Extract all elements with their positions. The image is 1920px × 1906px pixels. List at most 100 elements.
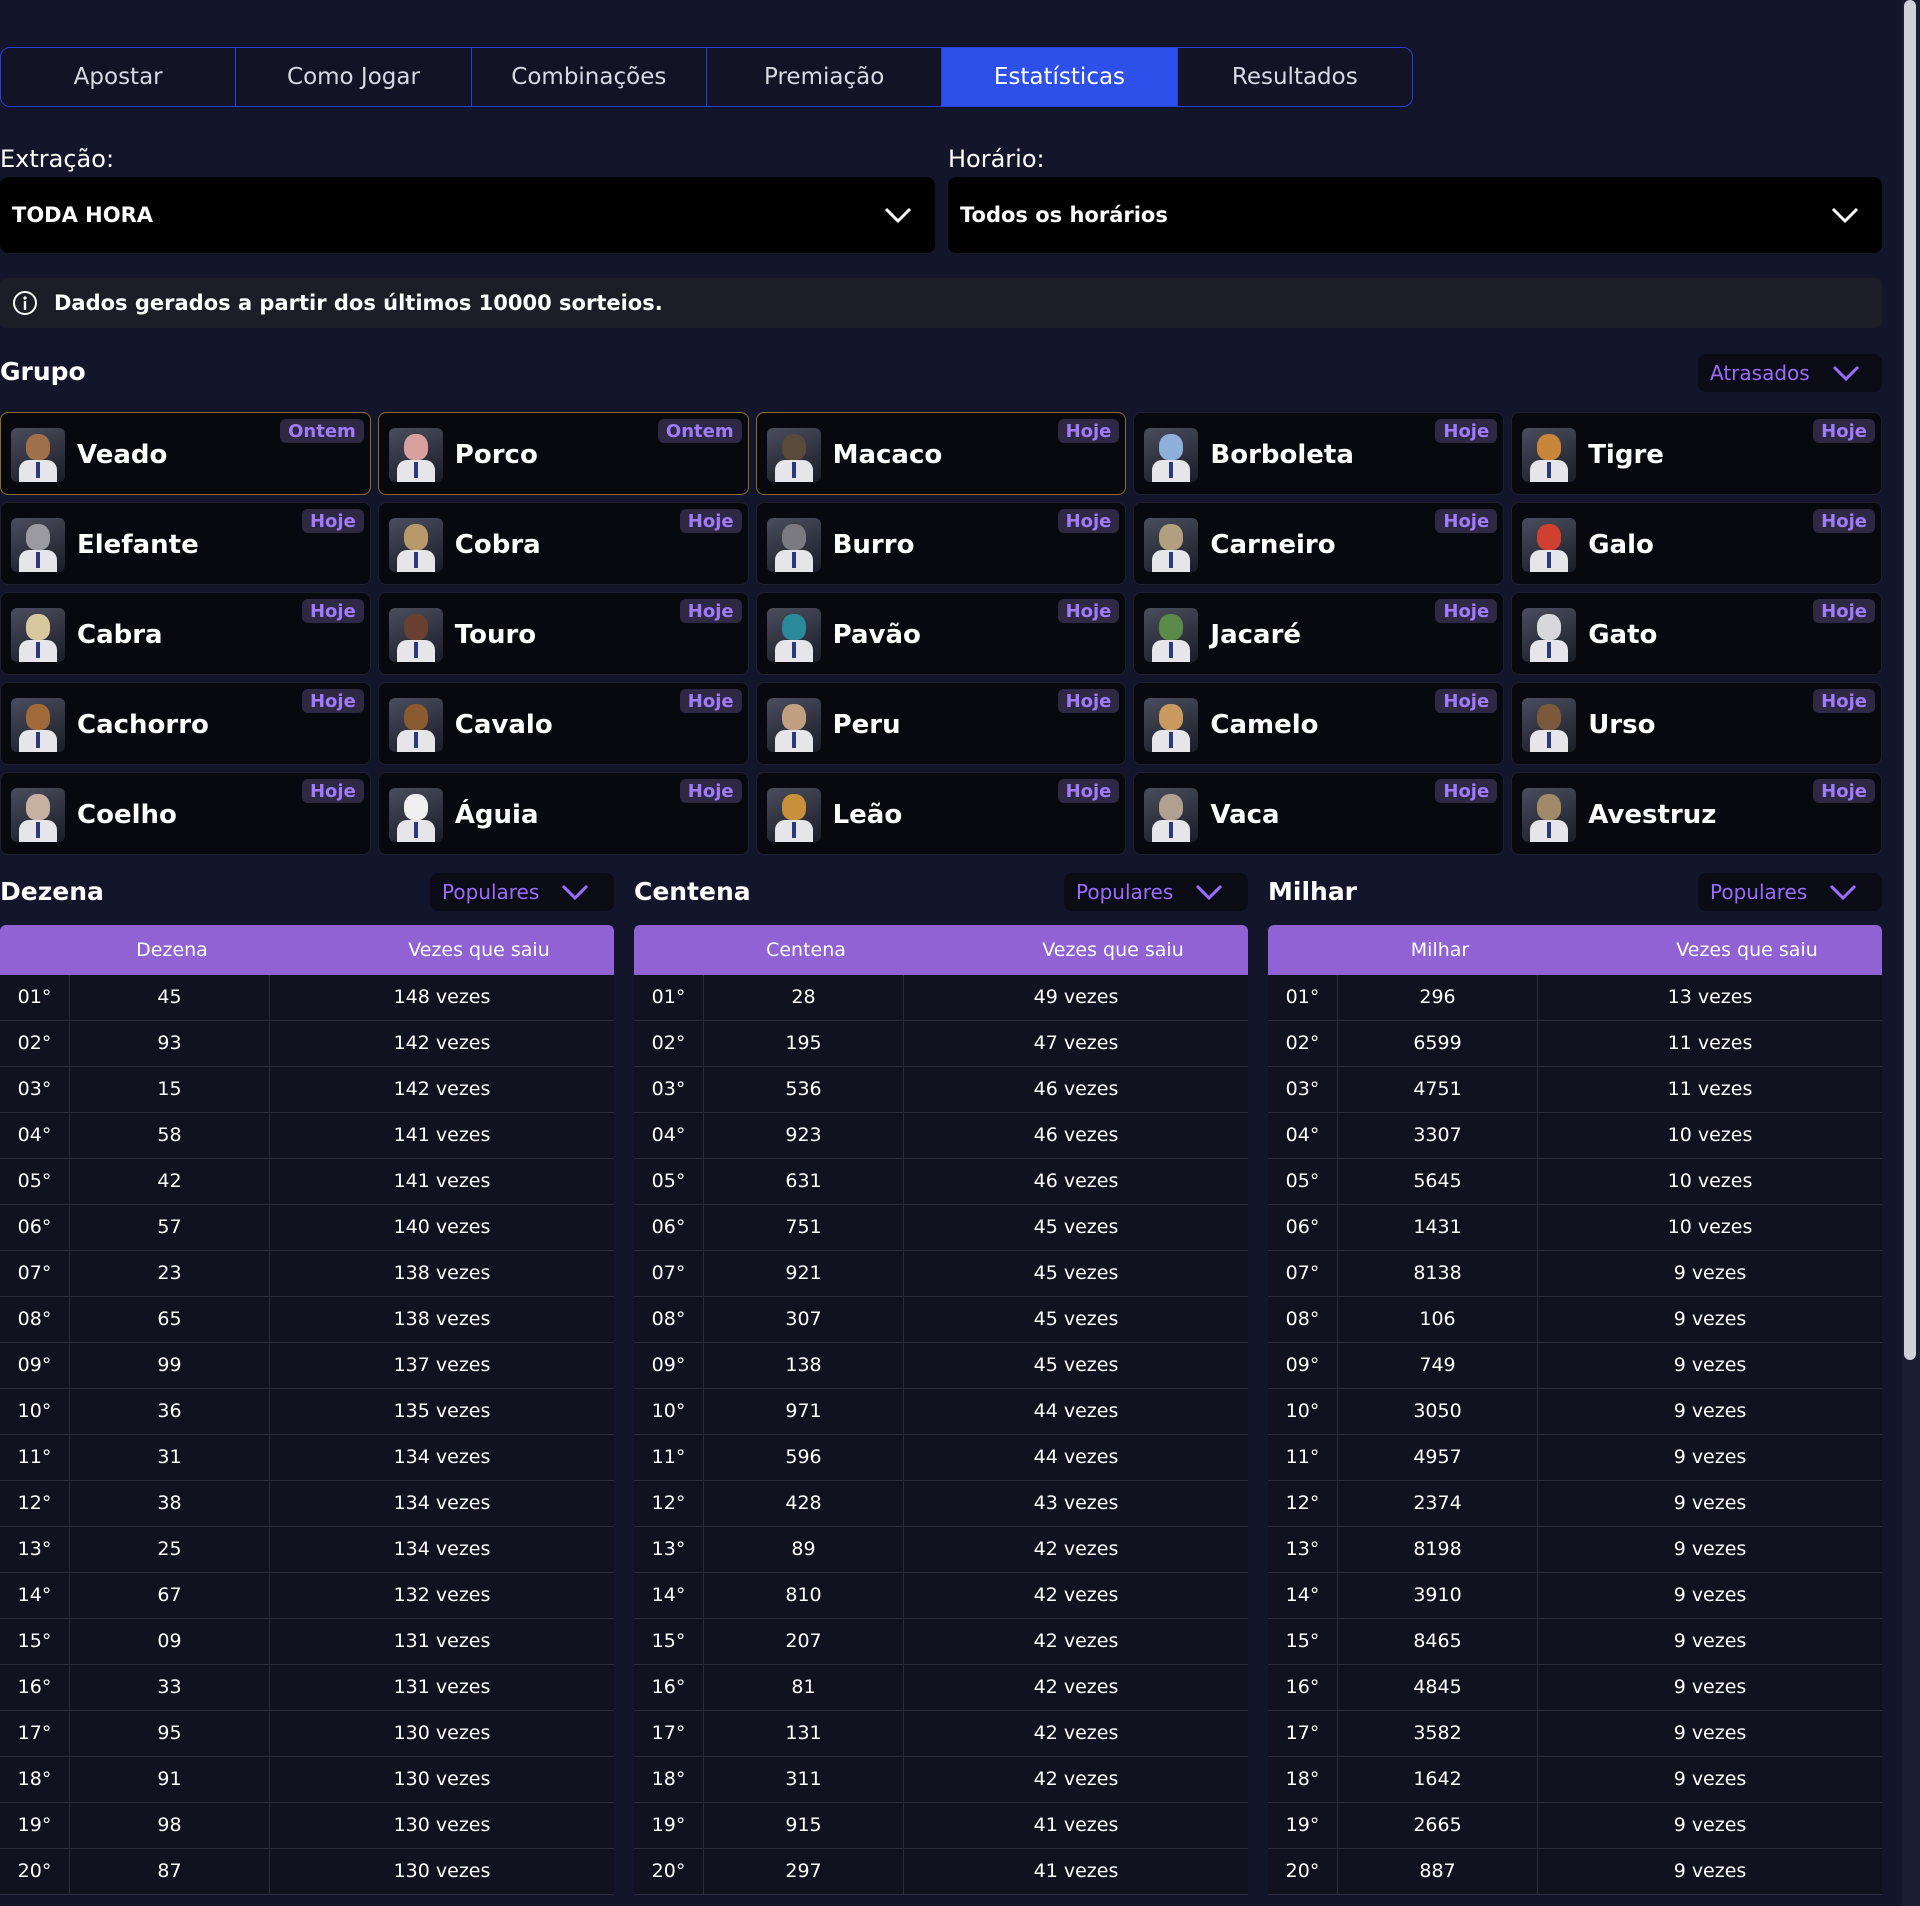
- animal-card[interactable]: Macaco Hoje: [755, 412, 1127, 495]
- animal-avatar: [388, 788, 443, 842]
- times-cell: 11 vezes: [1667, 1078, 1753, 1100]
- table-row: 02° 6599 11 vezes: [1268, 1021, 1882, 1067]
- times-cell: 142 vezes: [393, 1078, 491, 1100]
- times-cell: 130 vezes: [393, 1860, 491, 1882]
- rank-cell: 03°: [0, 1067, 70, 1112]
- extracao-select[interactable]: TODA HORA: [0, 177, 935, 253]
- scrollbar[interactable]: [1902, 0, 1920, 1906]
- rank-cell: 12°: [0, 1481, 70, 1526]
- last-draw-badge: Hoje: [301, 599, 364, 623]
- rank-cell: 20°: [1268, 1849, 1338, 1894]
- last-draw-badge: Hoje: [679, 599, 742, 623]
- animal-card[interactable]: Borboleta Hoje: [1133, 412, 1505, 495]
- column-header: Vezes que saiu: [1042, 939, 1184, 961]
- times-cell: 42 vezes: [1033, 1630, 1119, 1652]
- horario-select[interactable]: Todos os horários: [948, 177, 1882, 253]
- animal-card[interactable]: Pavão Hoje: [755, 592, 1127, 675]
- animal-card[interactable]: Jacaré Hoje: [1133, 592, 1505, 675]
- milhar-sort-dropdown[interactable]: Populares: [1698, 873, 1882, 911]
- column-header: Milhar: [1410, 939, 1470, 961]
- animal-card[interactable]: Cachorro Hoje: [0, 682, 371, 765]
- tab-combinacoes[interactable]: Combinações: [471, 48, 707, 106]
- tab-premiacao[interactable]: Premiação: [706, 48, 943, 106]
- rank-cell: 06°: [0, 1205, 70, 1250]
- last-draw-badge: Hoje: [1057, 509, 1120, 533]
- tab-como-jogar[interactable]: Como Jogar: [236, 48, 472, 106]
- animal-avatar: [766, 788, 821, 842]
- animal-card[interactable]: Avestruz Hoje: [1511, 772, 1882, 855]
- milhar-table: Milhar Vezes que saiu 01° 296 13 vezes 02° 659…: [1268, 925, 1882, 1895]
- table-row: 01° 28 49 vezes: [634, 975, 1248, 1021]
- number-cell: 195: [704, 1021, 904, 1066]
- rank-cell: 03°: [1268, 1067, 1338, 1112]
- rank-cell: 09°: [1268, 1343, 1338, 1388]
- chevron-down-icon: [1830, 884, 1857, 901]
- animal-card[interactable]: Águia Hoje: [377, 772, 749, 855]
- animal-card[interactable]: Leão Hoje: [755, 772, 1127, 855]
- animal-card[interactable]: Peru Hoje: [755, 682, 1127, 765]
- animal-card[interactable]: Cabra Hoje: [0, 592, 371, 675]
- animal-avatar: [388, 608, 443, 662]
- extracao-value: TODA HORA: [12, 203, 154, 227]
- rank-cell: 13°: [634, 1527, 704, 1572]
- number-cell: 6599: [1338, 1021, 1538, 1066]
- animal-card[interactable]: Elefante Hoje: [0, 502, 371, 585]
- tab-resultados[interactable]: Resultados: [1177, 48, 1412, 106]
- number-cell: 631: [704, 1159, 904, 1204]
- last-draw-badge: Hoje: [1435, 779, 1498, 803]
- animal-avatar: [1522, 518, 1577, 572]
- times-cell: 9 vezes: [1673, 1768, 1747, 1790]
- animal-name: Pavão: [832, 619, 921, 650]
- animal-card[interactable]: Burro Hoje: [755, 502, 1127, 585]
- grupo-sort-dropdown[interactable]: Atrasados: [1698, 354, 1882, 392]
- extracao-label: Extração:: [0, 145, 115, 173]
- times-cell: 41 vezes: [1033, 1860, 1119, 1882]
- table-row: 05° 42 141 vezes: [0, 1159, 614, 1205]
- animal-card[interactable]: Veado Ontem: [0, 412, 371, 495]
- rank-cell: 20°: [634, 1849, 704, 1894]
- animal-avatar: [766, 518, 821, 572]
- table-row: 10° 3050 9 vezes: [1268, 1389, 1882, 1435]
- times-cell: 45 vezes: [1033, 1262, 1119, 1284]
- rank-cell: 10°: [0, 1389, 70, 1434]
- animal-card[interactable]: Touro Hoje: [377, 592, 749, 675]
- tab-estatisticas[interactable]: Estatísticas: [942, 48, 1178, 106]
- times-cell: 42 vezes: [1033, 1722, 1119, 1744]
- last-draw-badge: Hoje: [1057, 599, 1120, 623]
- animal-avatar: [766, 608, 821, 662]
- times-cell: 10 vezes: [1667, 1124, 1753, 1146]
- animal-avatar: [1522, 698, 1577, 752]
- rank-cell: 19°: [0, 1803, 70, 1848]
- animal-card[interactable]: Gato Hoje: [1511, 592, 1882, 675]
- horario-value: Todos os horários: [960, 203, 1168, 227]
- number-cell: 749: [1338, 1343, 1538, 1388]
- last-draw-badge: Hoje: [301, 689, 364, 713]
- animal-card[interactable]: Carneiro Hoje: [1133, 502, 1505, 585]
- times-cell: 134 vezes: [393, 1538, 491, 1560]
- number-cell: 971: [704, 1389, 904, 1434]
- times-cell: 130 vezes: [393, 1768, 491, 1790]
- animal-card[interactable]: Galo Hoje: [1511, 502, 1882, 585]
- animal-card[interactable]: Porco Ontem: [377, 412, 749, 495]
- times-cell: 42 vezes: [1033, 1768, 1119, 1790]
- last-draw-badge: Hoje: [1057, 689, 1120, 713]
- times-cell: 47 vezes: [1033, 1032, 1119, 1054]
- animal-card[interactable]: Tigre Hoje: [1511, 412, 1882, 495]
- scrollbar-thumb[interactable]: [1904, 0, 1916, 1360]
- animal-card[interactable]: Coelho Hoje: [0, 772, 371, 855]
- animal-card[interactable]: Urso Hoje: [1511, 682, 1882, 765]
- animal-card[interactable]: Cobra Hoje: [377, 502, 749, 585]
- animal-avatar: [1144, 608, 1199, 662]
- rank-cell: 12°: [1268, 1481, 1338, 1526]
- tab-apostar[interactable]: Apostar: [1, 48, 237, 106]
- times-cell: 131 vezes: [393, 1630, 491, 1652]
- rank-cell: 07°: [1268, 1251, 1338, 1296]
- table-row: 15° 09 131 vezes: [0, 1619, 614, 1665]
- dezena-sort-dropdown[interactable]: Populares: [430, 873, 614, 911]
- animal-card[interactable]: Cavalo Hoje: [377, 682, 749, 765]
- times-cell: 138 vezes: [393, 1308, 491, 1330]
- animal-card[interactable]: Camelo Hoje: [1133, 682, 1505, 765]
- centena-sort-dropdown[interactable]: Populares: [1064, 873, 1248, 911]
- animal-card[interactable]: Vaca Hoje: [1133, 772, 1505, 855]
- rank-cell: 15°: [634, 1619, 704, 1664]
